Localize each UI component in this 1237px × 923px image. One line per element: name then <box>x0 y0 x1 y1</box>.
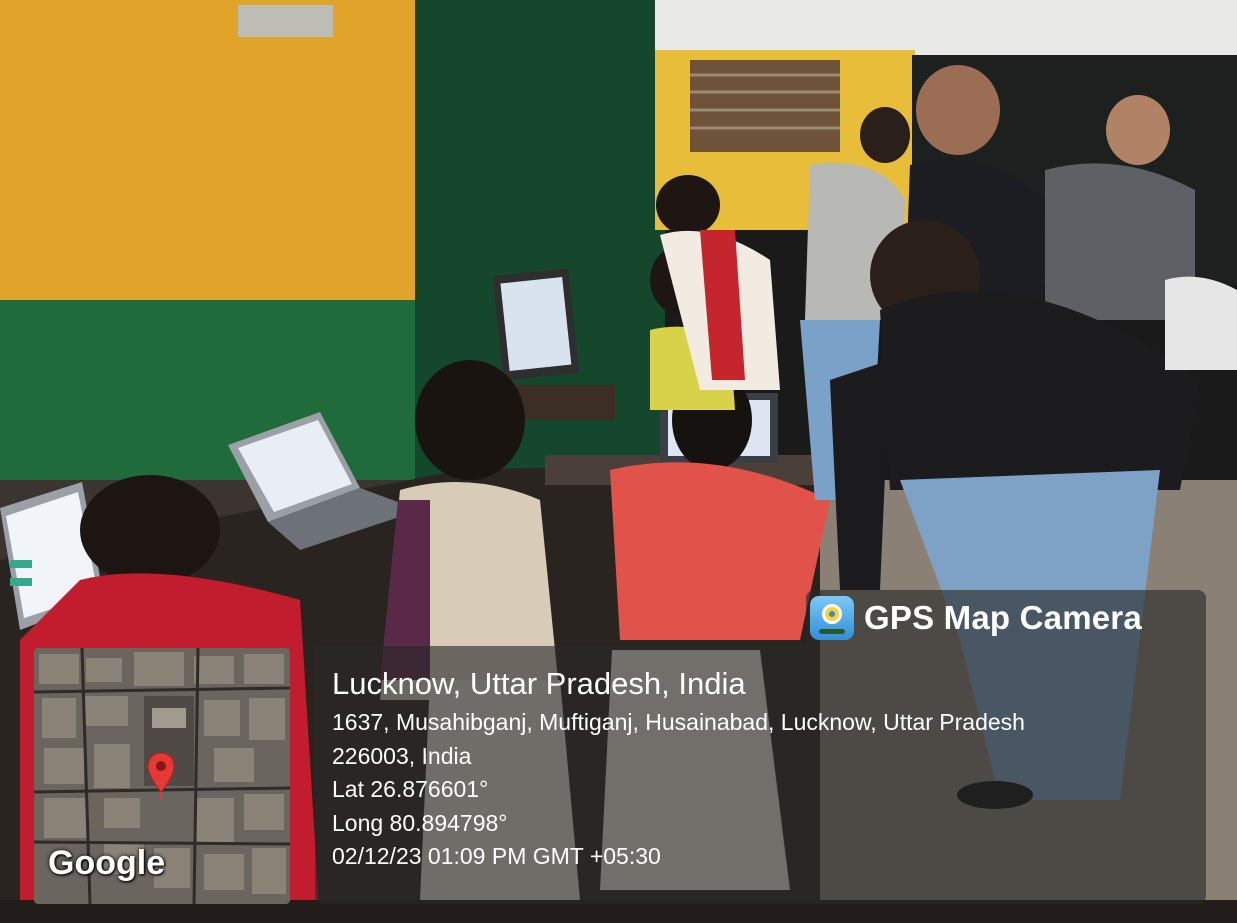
timestamp-label: 02/12/23 01:09 PM GMT +05:30 <box>332 843 661 869</box>
location-map-thumbnail: Google <box>34 648 290 904</box>
longitude-label: Long 80.894798° <box>332 809 508 836</box>
google-logo: Google <box>48 844 166 882</box>
latitude-label: Lat 26.876601° <box>332 776 489 802</box>
app-badge: GPS Map Camera <box>806 590 1206 646</box>
address-line-1: 1637, Musahibganj, Muftiganj, Husainabad… <box>332 709 1025 735</box>
gps-map-camera-app-icon <box>810 596 854 640</box>
app-name-label: GPS Map Camera <box>864 599 1142 636</box>
location-info-panel: Lucknow, Uttar Pradesh, India 1637, Musa… <box>315 646 1206 904</box>
map-pin-icon <box>147 752 175 799</box>
address-line-2: 226003, India <box>332 742 472 769</box>
location-title: Lucknow, Uttar Pradesh, India <box>332 666 746 701</box>
